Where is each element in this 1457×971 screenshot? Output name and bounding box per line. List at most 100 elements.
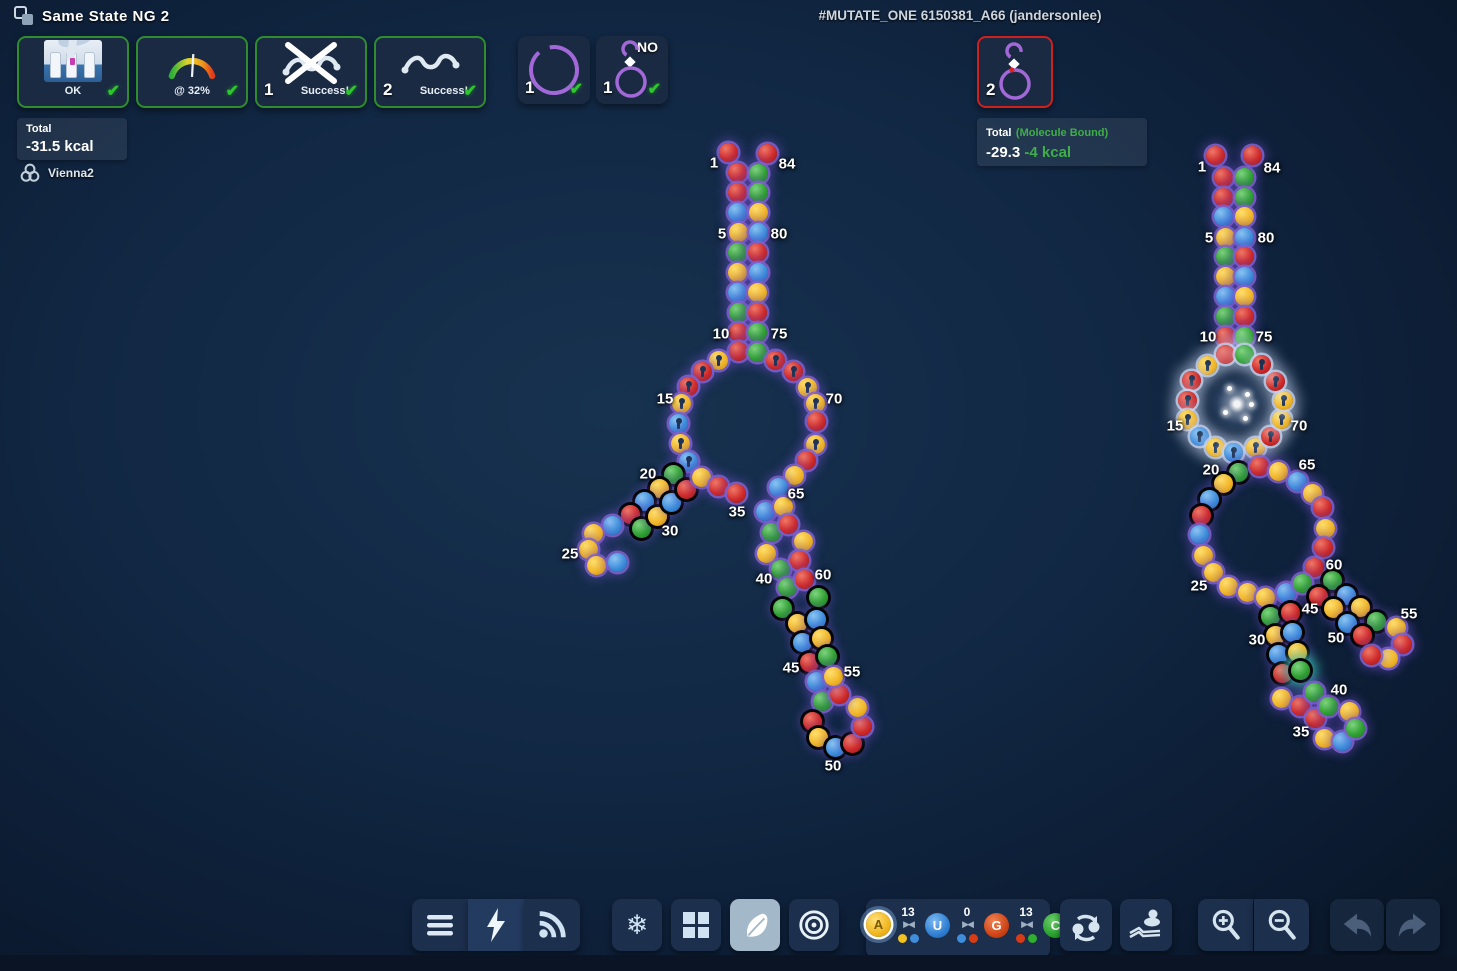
nucleotide-G[interactable] <box>729 342 748 361</box>
nucleotide-G[interactable] <box>1182 371 1201 390</box>
nucleotide-C[interactable] <box>1235 327 1254 346</box>
nucleotide-C[interactable] <box>1293 574 1312 593</box>
nucleotide-A[interactable] <box>1238 583 1257 602</box>
pair-ug[interactable]: 0 ▶◀ <box>950 906 984 943</box>
nucleotide-C[interactable] <box>809 588 828 607</box>
nucleotide-A[interactable] <box>1235 207 1254 226</box>
nucleotide-C[interactable] <box>1291 661 1310 680</box>
nucleotide-G[interactable] <box>1314 538 1333 557</box>
nucleotide-C[interactable] <box>771 560 790 579</box>
nucleotide-G[interactable] <box>1214 168 1233 187</box>
nucleotide-G[interactable] <box>758 144 777 163</box>
nucleotide-G[interactable] <box>779 515 798 534</box>
nucleotide-G[interactable] <box>727 484 746 503</box>
nucleotide-U[interactable] <box>1214 207 1233 226</box>
nucleotide-G[interactable] <box>830 685 849 704</box>
nucleotide-A[interactable] <box>749 203 768 222</box>
nucleotide-C[interactable] <box>1235 188 1254 207</box>
nucleotide-G[interactable] <box>1252 355 1271 374</box>
nucleotide-G[interactable] <box>1281 603 1300 622</box>
nucleotide-A[interactable] <box>1206 438 1225 457</box>
nucleotide-U[interactable] <box>669 414 688 433</box>
nucleotide-G[interactable] <box>800 653 819 672</box>
nucleotide-C[interactable] <box>773 599 792 618</box>
pair-au[interactable]: 13 ▶◀ <box>891 906 925 943</box>
nucleotide-U[interactable] <box>756 502 775 521</box>
nucleotide-G[interactable] <box>748 303 767 322</box>
nucleotide-A[interactable] <box>1272 689 1291 708</box>
nucleotide-A[interactable] <box>1272 410 1291 429</box>
nucleotide-A[interactable] <box>824 667 843 686</box>
nucleotide-A[interactable] <box>848 698 867 717</box>
nucleotide-U[interactable] <box>1224 443 1243 462</box>
nucleotide-U[interactable] <box>807 610 826 629</box>
nucleotide-U[interactable] <box>1190 525 1209 544</box>
nucleotide-A[interactable] <box>1194 546 1213 565</box>
molecule-tool-button[interactable] <box>1120 899 1172 951</box>
feed-button[interactable] <box>524 899 580 951</box>
nucleotide-G[interactable] <box>1273 664 1292 683</box>
nucleotide-G[interactable] <box>1243 146 1262 165</box>
nucleotide-G[interactable] <box>1266 372 1285 391</box>
freeze-button[interactable]: ❄ <box>612 899 662 951</box>
nucleotide-C[interactable] <box>748 343 767 362</box>
nucleotide-A[interactable] <box>1256 588 1275 607</box>
nucleotide-G[interactable] <box>748 243 767 262</box>
nucleotide-C[interactable] <box>1367 612 1386 631</box>
nucleotide-C[interactable] <box>1261 607 1280 626</box>
nucleotide-A[interactable] <box>806 394 825 413</box>
nucleotide-A[interactable] <box>748 283 767 302</box>
nucleotide-U[interactable] <box>1283 623 1302 642</box>
nucleotide-G[interactable] <box>807 412 826 431</box>
nucleotide-A[interactable] <box>587 556 606 575</box>
nucleotide-G[interactable] <box>1206 146 1225 165</box>
nucleotide-U[interactable] <box>1235 228 1254 247</box>
nucleotide-U[interactable] <box>728 203 747 222</box>
nucleotide-C[interactable] <box>749 183 768 202</box>
nucleotide-G[interactable] <box>853 717 872 736</box>
nucleotide-A[interactable] <box>1219 577 1238 596</box>
nucleotide-A[interactable] <box>1351 598 1370 617</box>
nucleotide-U[interactable] <box>793 633 812 652</box>
nucleotide-G[interactable] <box>1216 345 1235 364</box>
nucleotide-A[interactable] <box>1315 729 1334 748</box>
nucleotide-G[interactable] <box>1216 327 1235 346</box>
nucleotide-U[interactable] <box>1269 645 1288 664</box>
nucleotide-G[interactable] <box>1305 558 1324 577</box>
nucleotide-A[interactable] <box>729 223 748 242</box>
nucleotide-A[interactable] <box>1324 599 1343 618</box>
nucleotide-G[interactable] <box>1192 506 1211 525</box>
nucleotide-G[interactable] <box>1250 457 1269 476</box>
nucleotide-A[interactable] <box>709 351 728 370</box>
nucleotide-G[interactable] <box>728 163 747 182</box>
nucleotide-A[interactable] <box>1379 649 1398 668</box>
nucleotide-A[interactable] <box>728 263 747 282</box>
zoom-out-button[interactable] <box>1254 899 1309 951</box>
boost-button[interactable] <box>468 899 524 951</box>
nucleotide-G[interactable] <box>1362 646 1381 665</box>
swap-pair-button[interactable] <box>1060 899 1112 951</box>
nucleotide-C[interactable] <box>1235 345 1254 364</box>
nucleotide-A[interactable] <box>672 394 691 413</box>
nucleotide-G[interactable] <box>766 351 785 370</box>
nucleotide-G[interactable] <box>709 477 728 496</box>
nucleotide-A[interactable] <box>671 434 690 453</box>
palette-base-g[interactable]: G <box>984 913 1009 938</box>
nucleotide-G[interactable] <box>719 143 738 162</box>
nucleotide-A[interactable] <box>1316 519 1335 538</box>
nucleotide-U[interactable] <box>679 452 698 471</box>
nucleotide-G[interactable] <box>1235 247 1254 266</box>
nucleotide-G[interactable] <box>795 570 814 589</box>
nucleotide-G[interactable] <box>1261 427 1280 446</box>
nucleotide-U[interactable] <box>1235 267 1254 286</box>
natural-mode-button[interactable] <box>730 899 780 951</box>
nucleotide-C[interactable] <box>748 323 767 342</box>
menu-button[interactable] <box>412 899 468 951</box>
nucleotide-G[interactable] <box>729 323 748 342</box>
palette-base-a[interactable]: A <box>866 912 891 937</box>
nucleotide-C[interactable] <box>818 647 837 666</box>
nucleotide-C[interactable] <box>729 303 748 322</box>
nucleotide-U[interactable] <box>662 493 681 512</box>
nucleotide-G[interactable] <box>1393 635 1412 654</box>
nucleotide-A[interactable] <box>812 629 831 648</box>
